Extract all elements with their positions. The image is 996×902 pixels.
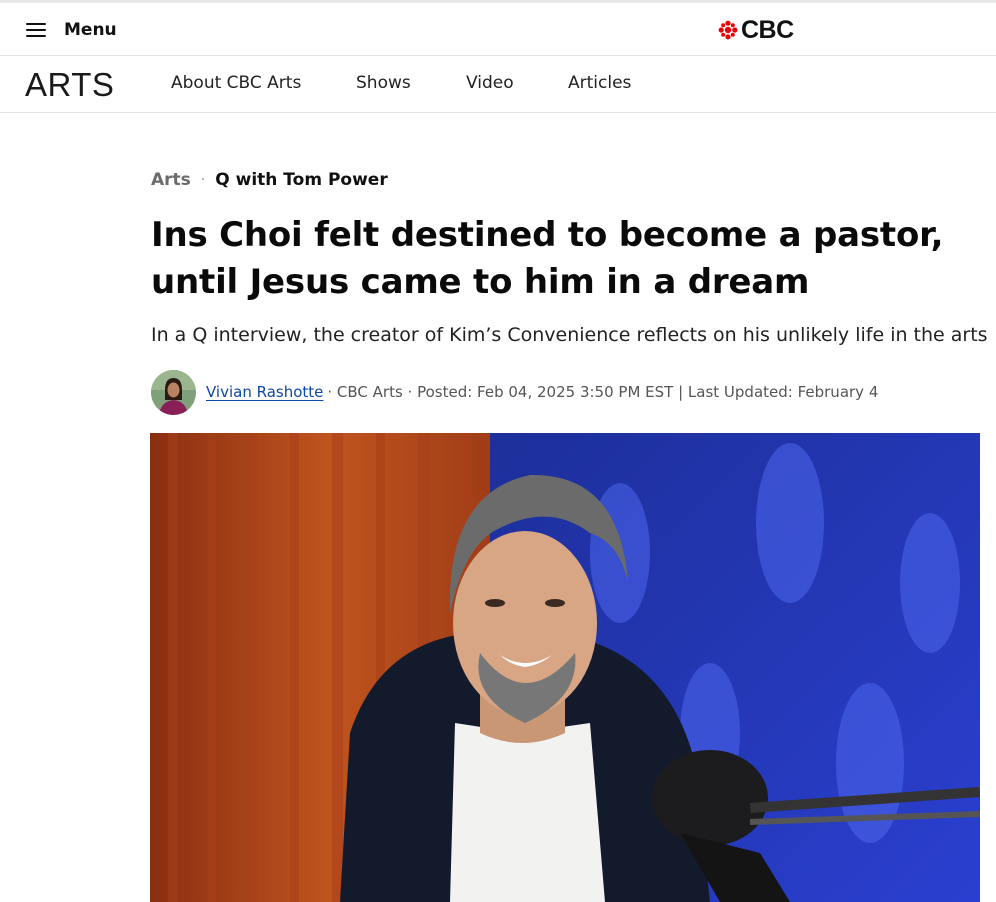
article-deck: In a Q interview, the creator of Kim’s C… bbox=[151, 324, 988, 346]
nav-articles[interactable]: Articles bbox=[568, 73, 631, 93]
breadcrumb-category[interactable]: Arts bbox=[151, 170, 191, 190]
cbc-gem-icon bbox=[718, 20, 738, 40]
cbc-wordmark: CBC bbox=[741, 15, 794, 44]
hamburger-icon bbox=[26, 23, 46, 37]
menu-label: Menu bbox=[64, 20, 117, 40]
hero-image bbox=[150, 433, 980, 902]
article-meta: · CBC Arts · Posted: Feb 04, 2025 3:50 P… bbox=[327, 383, 879, 401]
breadcrumb-show[interactable]: Q with Tom Power bbox=[215, 170, 387, 190]
breadcrumb-separator: · bbox=[200, 172, 206, 188]
global-header: Menu CBC bbox=[0, 3, 996, 56]
article-headline: Ins Choi felt destined to become a pasto… bbox=[151, 215, 944, 302]
byline: Vivian Rashotte · CBC Arts · Posted: Feb… bbox=[151, 369, 878, 415]
menu-button[interactable]: Menu bbox=[26, 17, 117, 43]
nav-video[interactable]: Video bbox=[466, 73, 514, 93]
author-avatar[interactable] bbox=[151, 369, 196, 415]
section-title-arts[interactable]: ARTS bbox=[25, 66, 114, 104]
nav-shows[interactable]: Shows bbox=[356, 73, 411, 93]
author-link[interactable]: Vivian Rashotte bbox=[206, 383, 323, 401]
section-nav: ARTS About CBC Arts Shows Video Articles bbox=[0, 56, 996, 113]
nav-about-cbc-arts[interactable]: About CBC Arts bbox=[171, 73, 301, 93]
cbc-logo[interactable]: CBC bbox=[718, 15, 794, 44]
breadcrumb: Arts · Q with Tom Power bbox=[151, 170, 388, 190]
